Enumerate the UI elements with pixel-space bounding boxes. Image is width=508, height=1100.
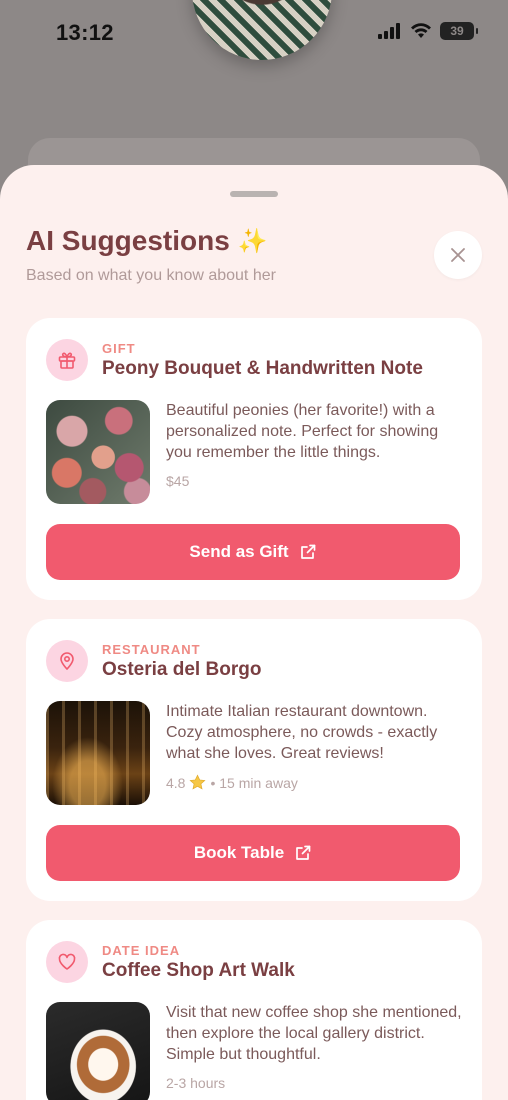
sheet-drag-handle[interactable]: [230, 191, 278, 197]
send-as-gift-button[interactable]: Send as Gift: [46, 524, 460, 580]
star-icon: [189, 774, 206, 790]
cellular-signal-icon: [378, 23, 400, 39]
suggestion-card-gift: GIFT Peony Bouquet & Handwritten Note Be…: [26, 318, 482, 600]
location-pin-icon: [46, 640, 88, 682]
status-time: 13:12: [56, 20, 114, 45]
button-label: Book Table: [193, 843, 285, 862]
sheet-subtitle: Based on what you know about her: [26, 267, 276, 284]
close-button[interactable]: [434, 231, 482, 279]
card-category: DATE IDEA: [102, 942, 181, 958]
heart-icon: [46, 941, 88, 983]
card-duration: 2-3 hours: [166, 1075, 226, 1091]
wifi-icon: [411, 23, 431, 38]
suggestion-card-date-idea: DATE IDEA Coffee Shop Art Walk Visit tha…: [26, 920, 482, 1100]
sheet-title: AI Suggestions ✨: [26, 225, 268, 257]
card-price: $45: [166, 473, 190, 489]
card-meta: 4.8 • 15 min away: [166, 774, 462, 791]
rating-value: 4.8: [166, 774, 186, 791]
button-label: Send as Gift: [189, 542, 289, 561]
card-title: Coffee Shop Art Walk: [102, 959, 295, 981]
ai-suggestions-sheet: AI Suggestions ✨ Based on what you know …: [0, 165, 508, 1100]
card-category: GIFT: [102, 340, 136, 356]
card-description: Beautiful peonies (her favorite!) with a…: [166, 402, 439, 461]
peony-bouquet-image: [46, 400, 150, 504]
external-link-icon: [296, 845, 311, 860]
sheet-title-text: AI Suggestions: [26, 225, 230, 256]
card-description: Visit that new coffee shop she mentioned…: [166, 1004, 462, 1063]
book-table-button[interactable]: Book Table: [46, 825, 460, 881]
suggestion-card-restaurant: RESTAURANT Osteria del Borgo Intimate It…: [26, 619, 482, 901]
sparkles-icon: ✨: [237, 227, 268, 255]
card-title: Peony Bouquet & Handwritten Note: [102, 357, 423, 379]
travel-time: • 15 min away: [210, 774, 298, 791]
card-title: Osteria del Borgo: [102, 658, 262, 680]
restaurant-image: [46, 701, 150, 805]
external-link-icon: [300, 544, 315, 559]
status-bar: 13:12 39: [0, 0, 508, 60]
card-category: RESTAURANT: [102, 641, 201, 657]
card-description: Intimate Italian restaurant downtown. Co…: [166, 703, 438, 762]
coffee-latte-image: [46, 1002, 150, 1100]
gift-icon: [46, 339, 88, 381]
battery-indicator: 39: [440, 22, 478, 40]
status-icons: 39: [378, 22, 478, 40]
close-icon: [451, 248, 465, 262]
